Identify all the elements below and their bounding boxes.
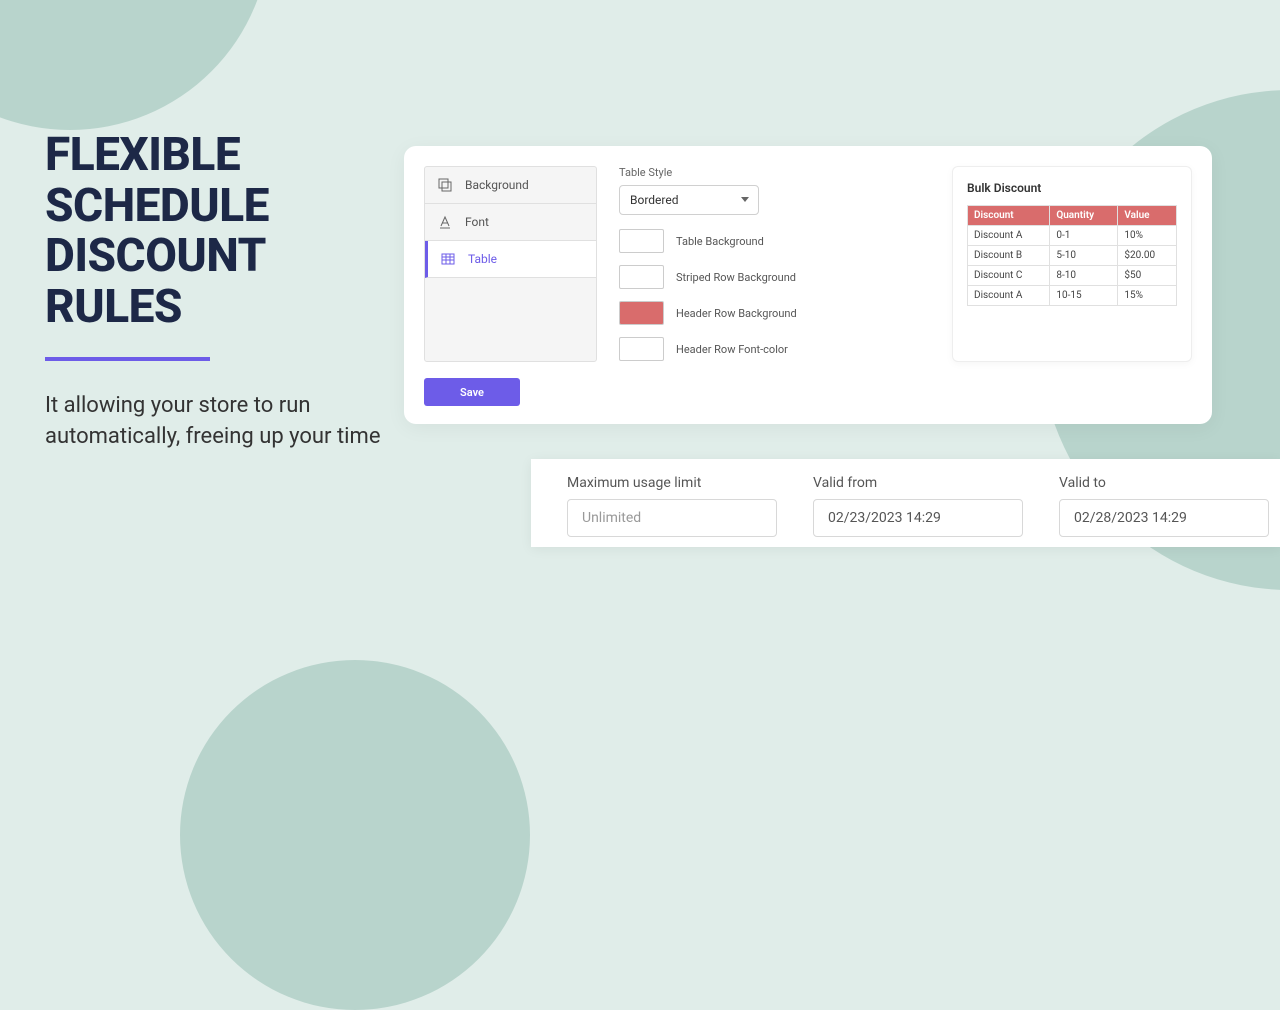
sidebar-item-label: Font (465, 215, 489, 229)
table-row: Discount A 10-15 15% (968, 286, 1177, 306)
sidebar-item-background[interactable]: Background (425, 167, 596, 204)
color-label: Header Row Font-color (676, 343, 788, 356)
schedule-bar: Maximum usage limit Valid from Valid to (531, 459, 1280, 547)
bg-decoration (0, 0, 270, 130)
hero-underline (45, 357, 210, 361)
valid-to-label: Valid to (1059, 475, 1269, 491)
settings-panel: Background Font Table Table Style Border… (404, 146, 1212, 424)
valid-from-label: Valid from (813, 475, 1023, 491)
color-row-header-font: Header Row Font-color (619, 337, 930, 361)
th-quantity: Quantity (1050, 206, 1118, 226)
swatch-table-bg[interactable] (619, 229, 664, 253)
table-row: Discount B 5-10 $20.00 (968, 246, 1177, 266)
preview-card: Bulk Discount Discount Quantity Value Di… (952, 166, 1192, 362)
color-row-striped-bg: Striped Row Background (619, 265, 930, 289)
sidebar-item-font[interactable]: Font (425, 204, 596, 241)
color-label: Table Background (676, 235, 764, 248)
bg-decoration (180, 660, 530, 1010)
max-usage-group: Maximum usage limit (567, 475, 777, 531)
table-style-select[interactable]: Bordered (619, 185, 759, 215)
valid-to-input[interactable] (1059, 499, 1269, 537)
swatch-striped-bg[interactable] (619, 265, 664, 289)
th-value: Value (1118, 206, 1177, 226)
max-usage-input[interactable] (567, 499, 777, 537)
hero-subtitle: It allowing your store to run automatica… (45, 391, 385, 453)
controls-section: Table Style Bordered Table Background St… (619, 166, 930, 404)
max-usage-label: Maximum usage limit (567, 475, 777, 491)
hero-section: FLEXIBLE SCHEDULE DISCOUNT RULES It allo… (45, 130, 385, 453)
font-icon (437, 214, 453, 230)
background-icon (437, 177, 453, 193)
valid-from-input[interactable] (813, 499, 1023, 537)
preview-table: Discount Quantity Value Discount A 0-1 1… (967, 205, 1177, 306)
sidebar-item-label: Background (465, 178, 529, 192)
color-label: Striped Row Background (676, 271, 796, 284)
sidebar-item-table[interactable]: Table (425, 241, 596, 278)
save-button[interactable]: Save (424, 378, 520, 406)
preview-title: Bulk Discount (967, 181, 1177, 195)
settings-sidebar: Background Font Table (424, 166, 597, 362)
color-label: Header Row Background (676, 307, 797, 320)
color-row-header-bg: Header Row Background (619, 301, 930, 325)
valid-from-group: Valid from (813, 475, 1023, 531)
swatch-header-font[interactable] (619, 337, 664, 361)
table-row: Discount C 8-10 $50 (968, 266, 1177, 286)
color-row-table-bg: Table Background (619, 229, 930, 253)
hero-title: FLEXIBLE SCHEDULE DISCOUNT RULES (45, 130, 385, 332)
table-row: Discount A 0-1 10% (968, 226, 1177, 246)
th-discount: Discount (968, 206, 1050, 226)
sidebar-item-label: Table (468, 252, 497, 266)
swatch-header-bg[interactable] (619, 301, 664, 325)
table-style-select-wrap: Bordered (619, 185, 759, 215)
table-style-label: Table Style (619, 166, 930, 179)
valid-to-group: Valid to (1059, 475, 1269, 531)
table-icon (440, 251, 456, 267)
